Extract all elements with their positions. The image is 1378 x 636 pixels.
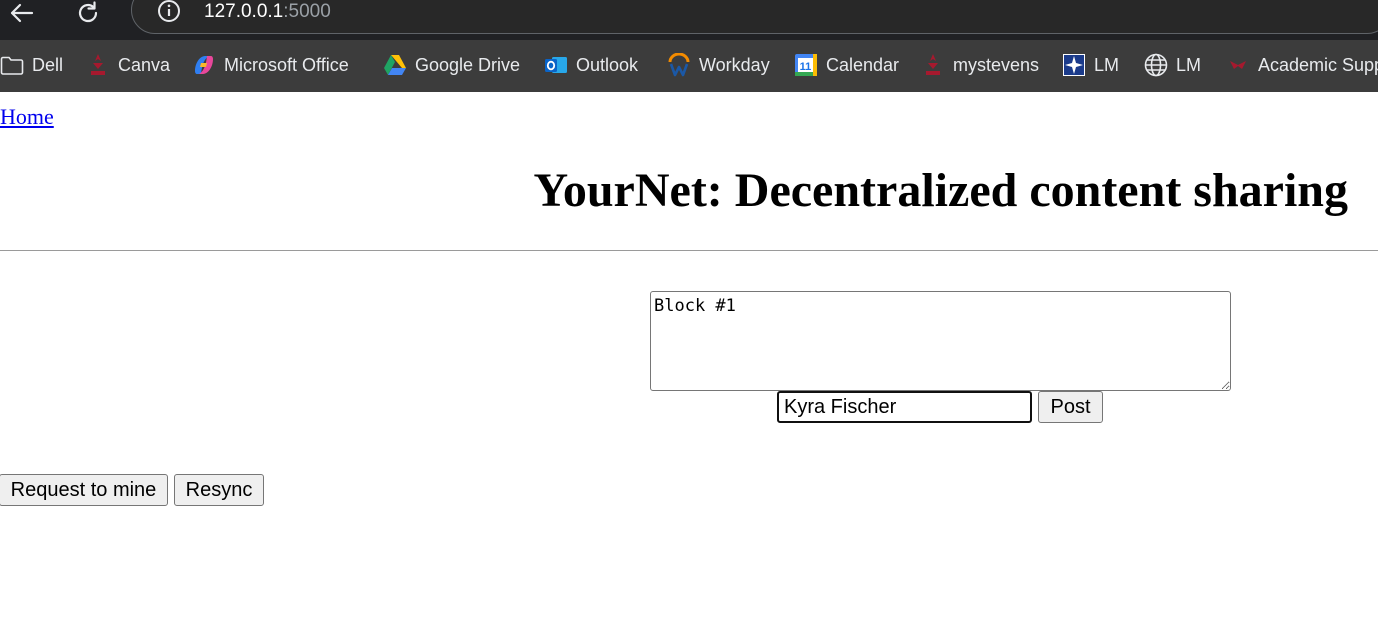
url-text[interactable]: 127.0.0.1:5000 — [204, 0, 331, 24]
bookmark-label: Dell — [32, 54, 64, 75]
bookmark-dell[interactable]: Dell — [0, 48, 63, 82]
post-button[interactable]: Post — [1038, 391, 1103, 423]
bookmark-label: mystevens — [953, 54, 1040, 75]
reload-button[interactable] — [73, 0, 103, 26]
bookmark-label: LM — [1176, 54, 1202, 75]
stevens-logo-icon — [86, 53, 110, 77]
horizontal-rule — [0, 250, 1378, 251]
info-icon — [158, 0, 180, 22]
site-info-button[interactable] — [156, 0, 182, 24]
microsoft-copilot-icon — [192, 53, 216, 77]
bookmark-lm-2[interactable]: LM — [1144, 48, 1201, 82]
url-host: 127.0.0.1 — [204, 1, 284, 22]
workday-icon — [667, 53, 691, 77]
bookmark-google-drive[interactable]: Google Drive — [383, 48, 520, 82]
stevens-logo-icon — [921, 53, 945, 77]
bookmark-label: Microsoft Office — [224, 54, 349, 75]
request-to-mine-button[interactable]: Request to mine — [0, 474, 168, 506]
bookmarks-bar: Dell Canva Microsoft Office Google Drive… — [0, 48, 1378, 82]
globe-icon — [1144, 53, 1168, 77]
bookmark-calendar[interactable]: 11 Calendar — [794, 48, 899, 82]
outlook-icon — [544, 53, 568, 77]
resync-button[interactable]: Resync — [174, 474, 264, 506]
bookmark-microsoft-office[interactable]: Microsoft Office — [192, 48, 349, 82]
bookmark-academic-support[interactable]: Academic Supp — [1226, 48, 1378, 82]
content-textarea[interactable]: Block #1 — [650, 291, 1231, 391]
page-title: YourNet: Decentralized content sharing — [533, 164, 1349, 217]
back-button[interactable] — [6, 0, 36, 26]
bookmark-label: Outlook — [576, 54, 639, 75]
folder-icon — [0, 53, 24, 77]
bookmark-label: Canva — [118, 54, 171, 75]
academic-support-icon — [1226, 53, 1250, 77]
browser-chrome: 127.0.0.1:5000 Dell Canva Microsoft Offi… — [0, 0, 1378, 92]
bookmark-label: Calendar — [826, 54, 900, 75]
bookmark-label: Workday — [699, 54, 770, 75]
google-calendar-icon: 11 — [794, 53, 818, 77]
bookmark-canva[interactable]: Canva — [86, 48, 170, 82]
bookmark-workday[interactable]: Workday — [667, 48, 770, 82]
arrow-left-icon — [10, 3, 34, 23]
bookmark-outlook[interactable]: Outlook — [544, 48, 638, 82]
bookmark-lm-1[interactable]: LM — [1062, 48, 1119, 82]
author-input[interactable] — [777, 391, 1032, 423]
lockheed-star-icon — [1062, 53, 1086, 77]
bookmark-label: Google Drive — [415, 54, 521, 75]
calendar-day: 11 — [800, 61, 812, 73]
bookmark-label: Academic Supp — [1258, 54, 1378, 75]
bookmark-mystevens[interactable]: mystevens — [921, 48, 1039, 82]
url-port: :5000 — [283, 1, 331, 22]
reload-icon — [78, 1, 98, 23]
bookmark-label: LM — [1094, 54, 1120, 75]
google-drive-icon — [383, 53, 407, 77]
home-link[interactable]: Home — [0, 104, 54, 130]
